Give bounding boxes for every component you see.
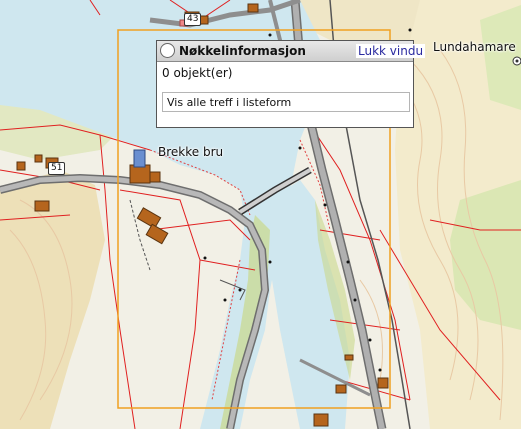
building [313, 413, 329, 427]
building [129, 164, 151, 184]
building [247, 3, 259, 13]
building [34, 154, 43, 163]
place-label-lundahamare: Lundahamare [433, 40, 516, 54]
info-popup: Nøkkelinformasjon Lukk vindu 0 objekt(er… [156, 40, 426, 128]
show-all-results-list-button[interactable]: Vis alle treff i listeform [162, 92, 410, 112]
road-number-shield: 51 [48, 162, 66, 175]
building [344, 354, 354, 361]
building [16, 161, 26, 171]
building [199, 15, 209, 25]
place-label-brekke-bru: Brekke bru [158, 145, 224, 159]
building [34, 200, 50, 212]
close-window-link[interactable]: Lukk vindu [356, 44, 426, 58]
building-blue [133, 149, 146, 168]
pin-icon [512, 56, 521, 66]
map-view[interactable]: Lundahamare Brekke bru 43 51 Nøkkelinfor… [0, 0, 521, 429]
building [377, 377, 389, 389]
info-popup-title: Nøkkelinformasjon [179, 44, 306, 58]
info-circle-icon [160, 43, 175, 58]
road-number-shield: 43 [184, 13, 202, 26]
object-count-text: 0 objekt(er) [162, 66, 233, 80]
building [149, 171, 161, 183]
info-popup-header: Nøkkelinformasjon Lukk vindu [157, 41, 426, 62]
building [335, 384, 347, 394]
